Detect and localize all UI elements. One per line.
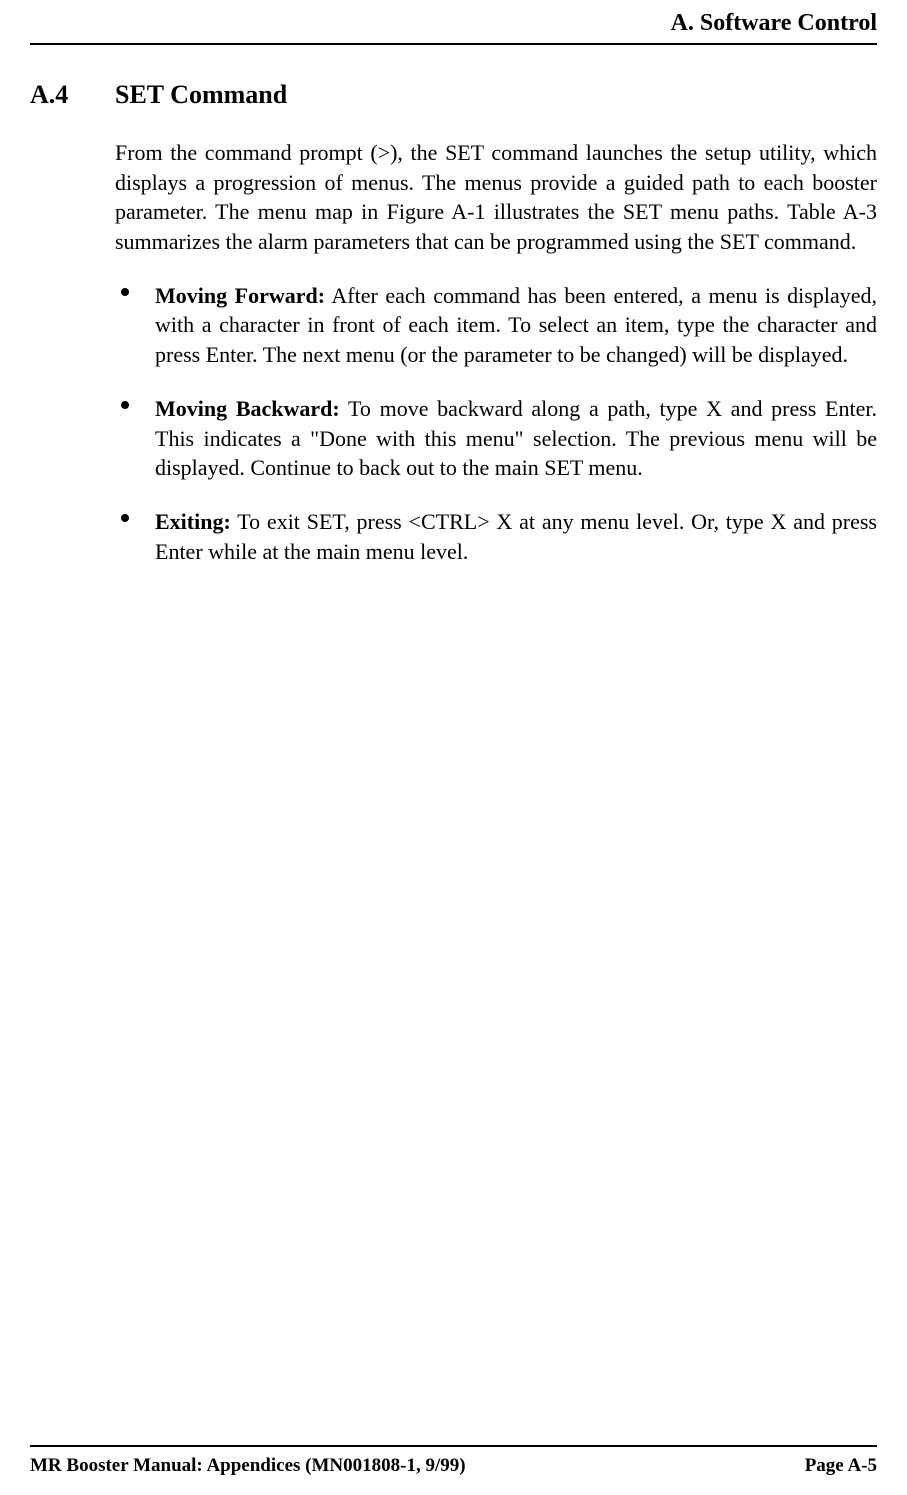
section-heading: A.4 SET Command bbox=[30, 80, 877, 110]
bullet-icon bbox=[121, 514, 129, 522]
bullet-text: To exit SET, press <CTRL> X at any menu … bbox=[155, 509, 877, 564]
bullet-icon bbox=[121, 288, 129, 296]
footer-row: MR Booster Manual: Appendices (MN001808-… bbox=[30, 1455, 877, 1477]
header-rule bbox=[30, 43, 877, 45]
bullet-label: Moving Forward: bbox=[155, 283, 325, 308]
page-content: A.4 SET Command From the command prompt … bbox=[30, 70, 877, 590]
bullet-label: Exiting: bbox=[155, 509, 231, 534]
header-title: A. Software Control bbox=[30, 10, 877, 41]
body-block: From the command prompt (>), the SET com… bbox=[115, 138, 877, 566]
footer-left: MR Booster Manual: Appendices (MN001808-… bbox=[30, 1455, 466, 1477]
page-header: A. Software Control bbox=[30, 10, 877, 45]
bullet-list: Moving Forward: After each command has b… bbox=[115, 281, 877, 567]
list-item: Exiting: To exit SET, press <CTRL> X at … bbox=[115, 507, 877, 566]
list-item: Moving Forward: After each command has b… bbox=[115, 281, 877, 370]
list-item: Moving Backward: To move backward along … bbox=[115, 394, 877, 483]
bullet-icon bbox=[121, 401, 129, 409]
section-title: SET Command bbox=[115, 80, 877, 110]
bullet-label: Moving Backward: bbox=[155, 396, 340, 421]
section-number: A.4 bbox=[30, 80, 115, 110]
page-footer: MR Booster Manual: Appendices (MN001808-… bbox=[30, 1445, 877, 1477]
footer-rule bbox=[30, 1445, 877, 1447]
document-page: A. Software Control A.4 SET Command From… bbox=[0, 0, 907, 1495]
intro-paragraph: From the command prompt (>), the SET com… bbox=[115, 138, 877, 257]
footer-right: Page A-5 bbox=[805, 1455, 877, 1477]
